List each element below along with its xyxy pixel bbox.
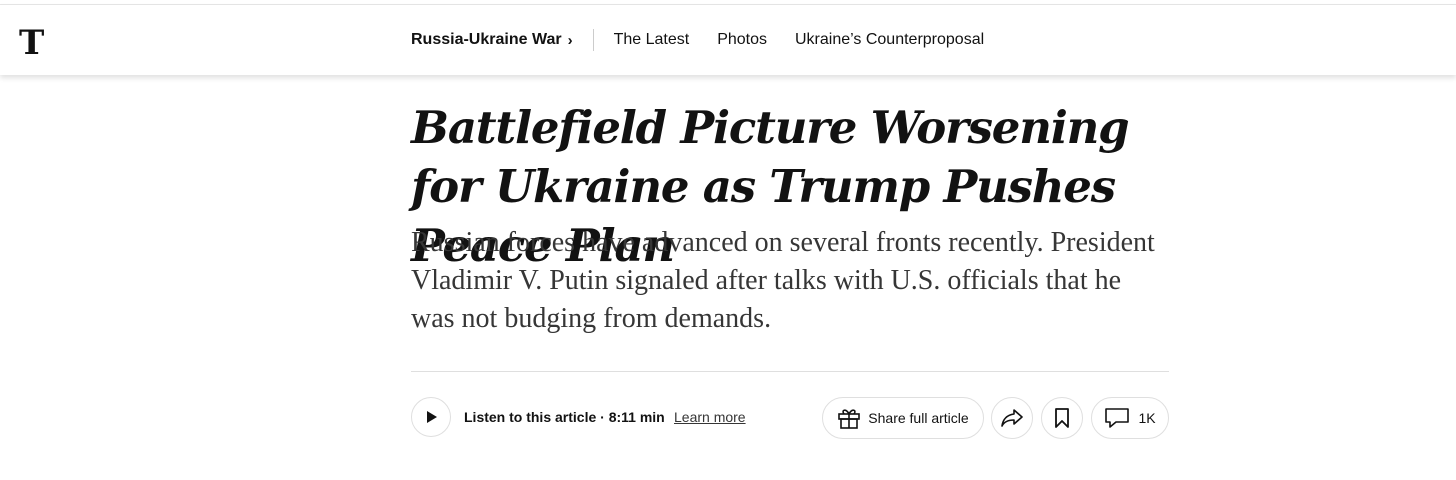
save-button[interactable] [1041,397,1083,439]
divider-rule [411,371,1169,372]
comments-button[interactable]: 1K [1091,397,1169,439]
nav-link-photos[interactable]: Photos [717,31,767,49]
chevron-right-icon: › [567,31,573,49]
share-full-article-button[interactable]: Share full article [822,397,984,439]
article-summary: Russian forces have advanced on several … [411,227,1155,334]
nav-section-label: Russia-Ukraine War [411,31,562,48]
article-toolbar: Listen to this article · 8:11 min Learn … [411,397,1169,439]
listen-label: Listen to this article · 8:11 min [464,409,665,425]
learn-more-link[interactable]: Learn more [674,409,746,425]
nav-section-link[interactable]: Russia-Ukraine War › [411,31,573,49]
comment-icon [1105,408,1130,428]
gift-icon [838,409,861,429]
play-audio-button[interactable] [411,397,451,437]
share-icon [1001,409,1023,427]
nav-link-latest[interactable]: The Latest [614,31,690,49]
nav-divider [592,29,594,51]
site-header: T Russia-Ukraine War › The Latest Photos… [0,5,1456,75]
section-nav: Russia-Ukraine War › The Latest Photos U… [411,5,1012,75]
share-button[interactable] [991,397,1033,439]
comments-count: 1K [1138,410,1156,426]
share-full-label: Share full article [868,410,969,426]
play-icon [427,411,437,423]
bookmark-icon [1055,408,1069,428]
nyt-logo[interactable]: T [18,23,46,63]
svg-text:T: T [19,25,44,59]
nav-link-counterproposal[interactable]: Ukraine’s Counterproposal [795,31,984,49]
nyt-logo-icon: T [19,23,44,63]
